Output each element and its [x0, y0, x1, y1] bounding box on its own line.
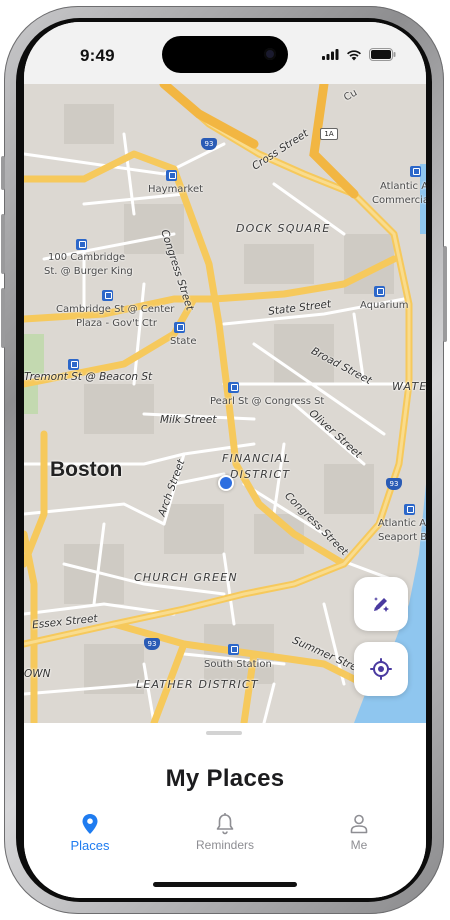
- bottom-sheet[interactable]: My Places Places Reminders Me: [24, 723, 426, 898]
- power-button: [443, 246, 447, 342]
- highway-shield-icon: 93: [386, 478, 402, 490]
- map-label-stop: Pearl St @ Congress St: [210, 396, 325, 407]
- map-label-district: WATE: [392, 380, 426, 393]
- tab-label: Places: [70, 838, 110, 853]
- map-label-stop: South Station: [204, 659, 272, 670]
- tab-reminders[interactable]: Reminders: [175, 813, 275, 863]
- transit-stop-icon: [166, 170, 177, 181]
- transit-stop-icon: [174, 322, 185, 333]
- status-icons: [322, 48, 396, 61]
- map-label-stop: Commercial: [372, 195, 426, 206]
- map-label-stop: Aquarium: [360, 300, 409, 311]
- screen: 9:49 Boston DOCK SQUARE FINANCIAL DISTRI…: [24, 22, 426, 898]
- map-label-stop: Seaport Bl: [378, 532, 426, 543]
- map-label-city: Boston: [50, 458, 123, 481]
- highway-shield-icon: 93: [144, 638, 160, 650]
- status-time: 9:49: [80, 46, 115, 65]
- transit-stop-icon: [374, 286, 385, 297]
- map-label-stop: Atlantic Av: [378, 518, 426, 529]
- wifi-icon: [347, 49, 361, 60]
- tab-label: Me: [350, 838, 368, 852]
- action-button: [1, 156, 5, 190]
- tab-label: Reminders: [195, 838, 255, 852]
- volume-up-button: [1, 214, 5, 274]
- map-label-stop: Atlantic Av: [380, 181, 426, 192]
- highway-shield-icon: 93: [201, 138, 217, 150]
- map-label-street: OWN: [24, 668, 51, 680]
- map-label-district: CHURCH GREEN: [134, 571, 238, 584]
- locate-me-button[interactable]: [354, 642, 408, 696]
- map-label-district: FINANCIAL: [222, 452, 291, 465]
- transit-stop-icon: [228, 382, 239, 393]
- battery-icon: [369, 48, 396, 61]
- dynamic-island: [162, 36, 288, 73]
- location-target-icon: [370, 658, 392, 680]
- transit-stop-icon: [68, 359, 79, 370]
- map-label-district: DISTRICT: [230, 468, 291, 481]
- volume-down-button: [1, 288, 5, 348]
- sheet-title: My Places: [165, 765, 285, 792]
- transit-stop-icon: [76, 239, 87, 250]
- person-icon: [350, 814, 368, 834]
- map-label-stop: St. @ Burger King: [44, 266, 133, 277]
- map-label-stop: Haymarket: [148, 184, 204, 195]
- status-bar: 9:49: [24, 22, 426, 84]
- tab-bar: Places Reminders Me: [24, 813, 426, 863]
- tab-places[interactable]: Places: [40, 813, 140, 863]
- map-label-stop: 100 Cambridge: [48, 252, 126, 263]
- transit-stop-icon: [228, 644, 239, 655]
- cellular-signal-icon: [322, 49, 339, 60]
- sheet-grabber[interactable]: [206, 731, 242, 735]
- home-indicator[interactable]: [153, 882, 297, 887]
- map-label-street: Milk Street: [160, 414, 217, 426]
- edit-places-button[interactable]: [354, 577, 408, 631]
- map-label-stop: Cambridge St @ Center: [56, 304, 175, 315]
- map-label-stop: Plaza - Gov't Ctr: [76, 318, 157, 329]
- bell-icon: [216, 813, 234, 835]
- map-label-district: LEATHER DISTRICT: [136, 678, 259, 691]
- pencil-sparkle-icon: [374, 597, 389, 612]
- map-label-district: DOCK SQUARE: [236, 222, 331, 235]
- map-label-stop: State: [170, 336, 197, 347]
- map-label-street: Tremont St @ Beacon St: [24, 371, 153, 383]
- highway-shield-icon: 1A: [320, 128, 338, 140]
- transit-stop-icon: [410, 166, 421, 177]
- current-location-marker: [218, 475, 234, 491]
- transit-stop-icon: [404, 504, 415, 515]
- camera-icon: [264, 48, 276, 60]
- tab-me[interactable]: Me: [309, 813, 409, 863]
- transit-stop-icon: [102, 290, 113, 301]
- location-pin-icon: [82, 814, 98, 834]
